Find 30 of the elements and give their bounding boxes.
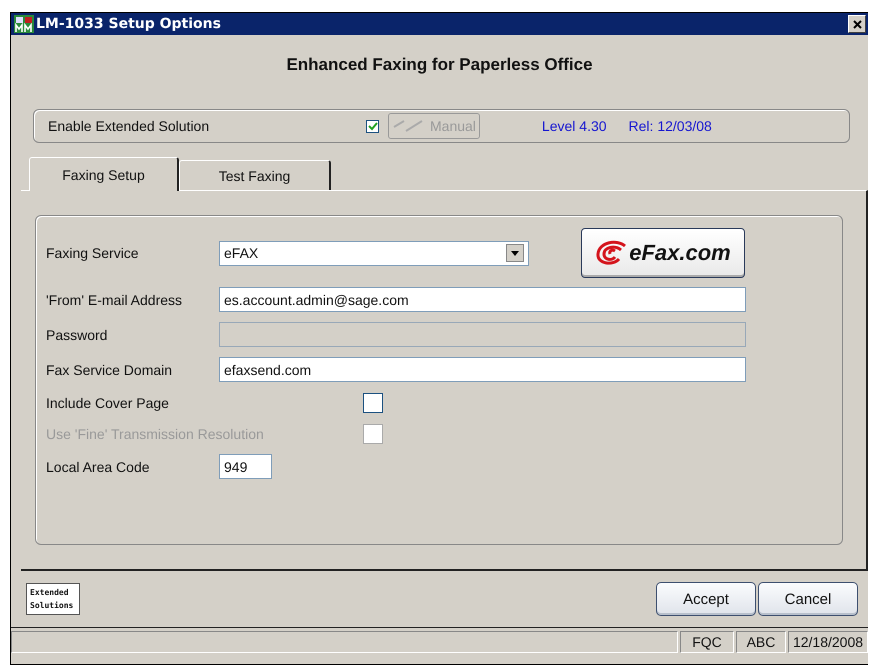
service-logo-button[interactable]: eFax.com (581, 228, 745, 278)
field-label: 'From' E-mail Address (46, 292, 184, 308)
level-text: Level 4.30 (542, 118, 607, 134)
checkbox[interactable] (363, 392, 383, 412)
enable-checkbox[interactable] (366, 120, 379, 132)
tab[interactable]: Test Faxing (179, 160, 331, 190)
accept-button[interactable]: Accept (656, 582, 756, 616)
window-title: LM-1033 Setup Options (36, 16, 221, 32)
field-label: Fax Service Domain (46, 362, 174, 378)
enable-label: Enable Extended Solution (48, 118, 210, 134)
dropdown-arrow-icon (511, 250, 519, 256)
input-field[interactable]: 949 (219, 454, 272, 479)
app-icon (14, 15, 34, 33)
release-text: Rel: 12/03/08 (628, 118, 712, 134)
service-dropdown[interactable]: eFAX (219, 240, 529, 266)
cancel-button[interactable]: Cancel (758, 582, 858, 616)
field-label: Use 'Fine' Transmission Resolution (46, 426, 265, 442)
field-label: Faxing Service (46, 245, 140, 261)
status-field: FQC (680, 631, 734, 653)
vendor-logo: Extended Solutions (26, 583, 80, 615)
field-label: Password (46, 326, 108, 342)
status-field: ABC (736, 631, 786, 653)
input-field[interactable]: es.account.admin@sage.com (219, 287, 746, 312)
status-field: 12/18/2008 (788, 631, 868, 653)
tab[interactable]: Faxing Setup (29, 157, 179, 191)
field-label: Local Area Code (46, 458, 151, 474)
field-label: Include Cover Page (46, 394, 170, 410)
dialog-heading: Enhanced Faxing for Paperless Office (285, 55, 594, 76)
close-icon[interactable] (848, 15, 866, 33)
input-field[interactable]: efaxsend.com (219, 357, 746, 382)
